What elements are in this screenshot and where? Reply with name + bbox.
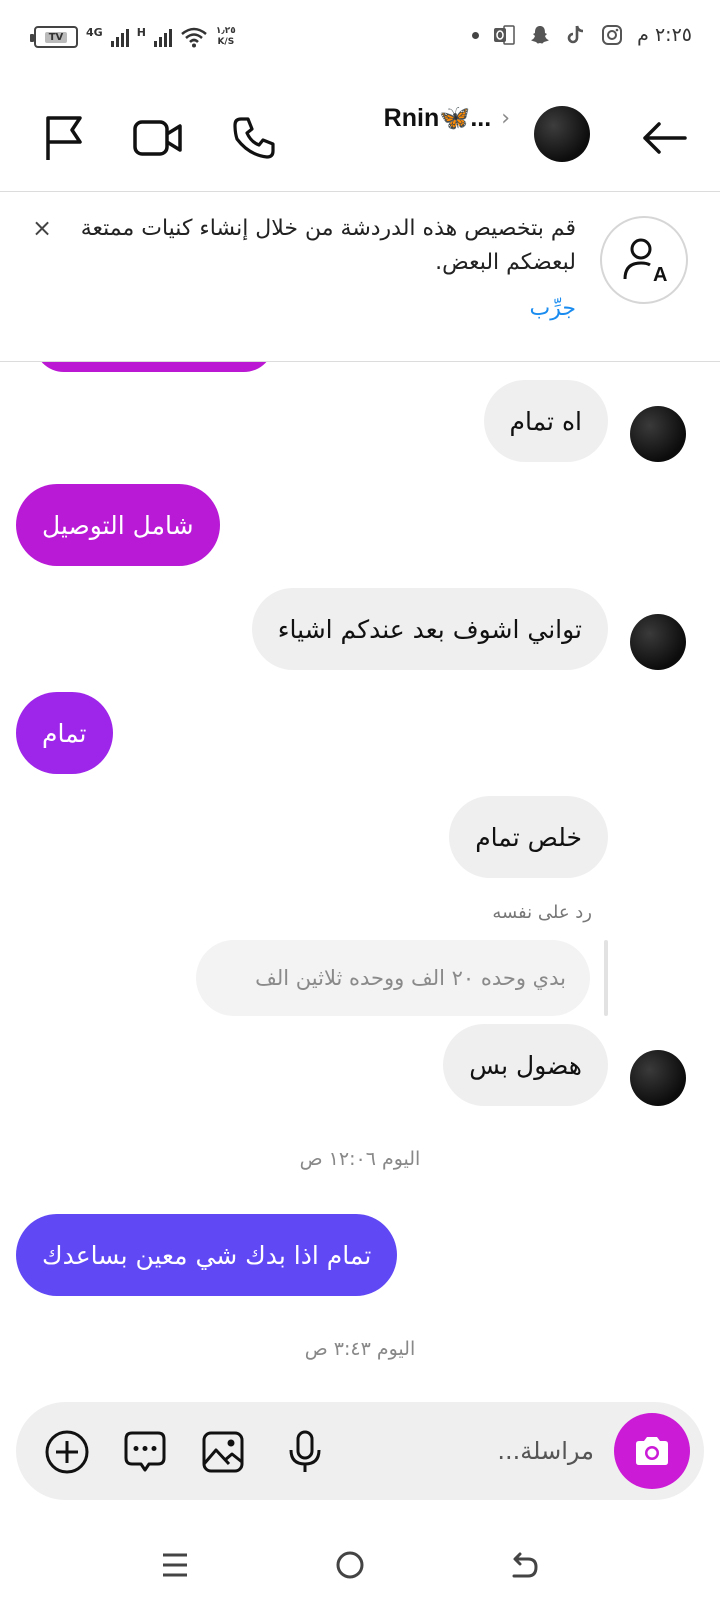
status-bar: TV 4G H ١٫٢٥ K/S ٢:٢٥ م	[0, 0, 720, 80]
contact-avatar[interactable]	[534, 106, 590, 162]
network-speed: ١٫٢٥ K/S	[216, 26, 236, 48]
outgoing-message[interactable]: تمام اذا بدك شي معين بساعدك	[16, 1214, 398, 1296]
tiktok-icon	[567, 25, 584, 44]
banner-try-link[interactable]: جرِّب	[530, 296, 576, 321]
voice-call-button[interactable]	[226, 110, 282, 166]
person-nickname-icon: A	[600, 216, 688, 304]
message-thread[interactable]: اه تمام شامل التوصيل تواني اشوف بعد عندك…	[0, 362, 720, 1402]
message-input[interactable]	[334, 1426, 594, 1476]
status-time: ٢:٢٥ م	[637, 24, 692, 46]
incoming-message[interactable]: تواني اشوف بعد عندكم اشياء	[251, 588, 608, 670]
recents-button[interactable]	[150, 1540, 200, 1590]
instagram-icon	[602, 25, 623, 45]
flag-button[interactable]	[36, 110, 92, 166]
back-arrow-icon	[643, 122, 687, 154]
outgoing-message[interactable]: شامل التوصيل	[16, 484, 220, 566]
status-right: ٢:٢٥ م	[472, 24, 692, 46]
voice-record-button[interactable]	[280, 1427, 330, 1477]
add-button[interactable]	[42, 1427, 92, 1477]
back-nav-icon	[512, 1552, 538, 1578]
previous-outgoing-bubble[interactable]	[34, 362, 274, 372]
status-left: TV 4G H ١٫٢٥ K/S	[30, 26, 236, 48]
signal-bars-icon-2	[153, 27, 172, 47]
snapchat-icon	[531, 26, 550, 44]
battery-icon: TV	[30, 26, 78, 48]
reply-indicator-bar	[604, 940, 608, 1016]
speed-value: ١٫٢٥	[215, 26, 236, 36]
chat-header: Rnin🦋... ›	[0, 80, 720, 192]
plus-icon	[45, 1430, 89, 1474]
back-button[interactable]	[636, 110, 692, 166]
quoted-message[interactable]: بدي وحده ٢٠ الف ووحده ثلاثين الف	[196, 940, 590, 1016]
speed-unit: K/S	[217, 37, 235, 47]
wifi-icon	[181, 27, 207, 48]
menu-lines-icon	[163, 1553, 187, 1577]
timestamp: اليوم ٣:٤٣ ص	[304, 1338, 416, 1360]
sender-avatar[interactable]	[630, 406, 686, 462]
phone-icon	[233, 117, 275, 159]
svg-text:A: A	[653, 264, 667, 285]
incoming-message[interactable]: خلص تمام	[449, 796, 608, 878]
network-4g-label: 4G	[86, 26, 103, 39]
incoming-message[interactable]: اه تمام	[483, 380, 608, 462]
video-call-button[interactable]	[130, 110, 186, 166]
microphone-icon	[289, 1430, 321, 1472]
sender-avatar[interactable]	[630, 1050, 686, 1106]
notification-dot-icon	[472, 31, 480, 39]
video-icon	[133, 120, 182, 156]
banner-text: قم بتخصيص هذه الدردشة من خلال إنشاء كنيا…	[80, 216, 576, 275]
outgoing-message[interactable]: تمام	[16, 692, 113, 774]
chat-bubble-icon	[124, 1431, 166, 1472]
camera-icon	[636, 1437, 668, 1465]
back-nav-button[interactable]	[500, 1540, 550, 1590]
close-icon[interactable]: ×	[26, 212, 58, 244]
network-h-label: H	[136, 26, 146, 39]
chat-title-button[interactable]: Rnin🦋... ›	[384, 104, 510, 133]
reply-label: رد على نفسه	[492, 902, 592, 923]
sender-avatar[interactable]	[630, 614, 686, 670]
timestamp: اليوم ١٢:٠٦ ص	[299, 1148, 421, 1170]
home-button[interactable]	[325, 1540, 375, 1590]
incoming-message[interactable]: هضول بس	[443, 1024, 608, 1106]
nickname-banner: A قم بتخصيص هذه الدردشة من خلال إنشاء كن…	[0, 192, 720, 362]
flag-icon	[46, 116, 82, 160]
outlook-icon	[494, 25, 515, 45]
home-circle-icon	[336, 1551, 364, 1579]
camera-button[interactable]	[614, 1413, 690, 1489]
chevron-right-icon: ›	[501, 106, 510, 131]
gallery-icon	[202, 1431, 244, 1473]
gallery-button[interactable]	[198, 1427, 248, 1477]
chat-actions-button[interactable]	[120, 1427, 170, 1477]
message-composer	[16, 1402, 704, 1500]
system-nav-bar	[0, 1520, 720, 1612]
chat-title: Rnin🦋...	[383, 104, 492, 132]
battery-label: TV	[44, 31, 68, 43]
signal-bars-icon	[110, 27, 129, 47]
